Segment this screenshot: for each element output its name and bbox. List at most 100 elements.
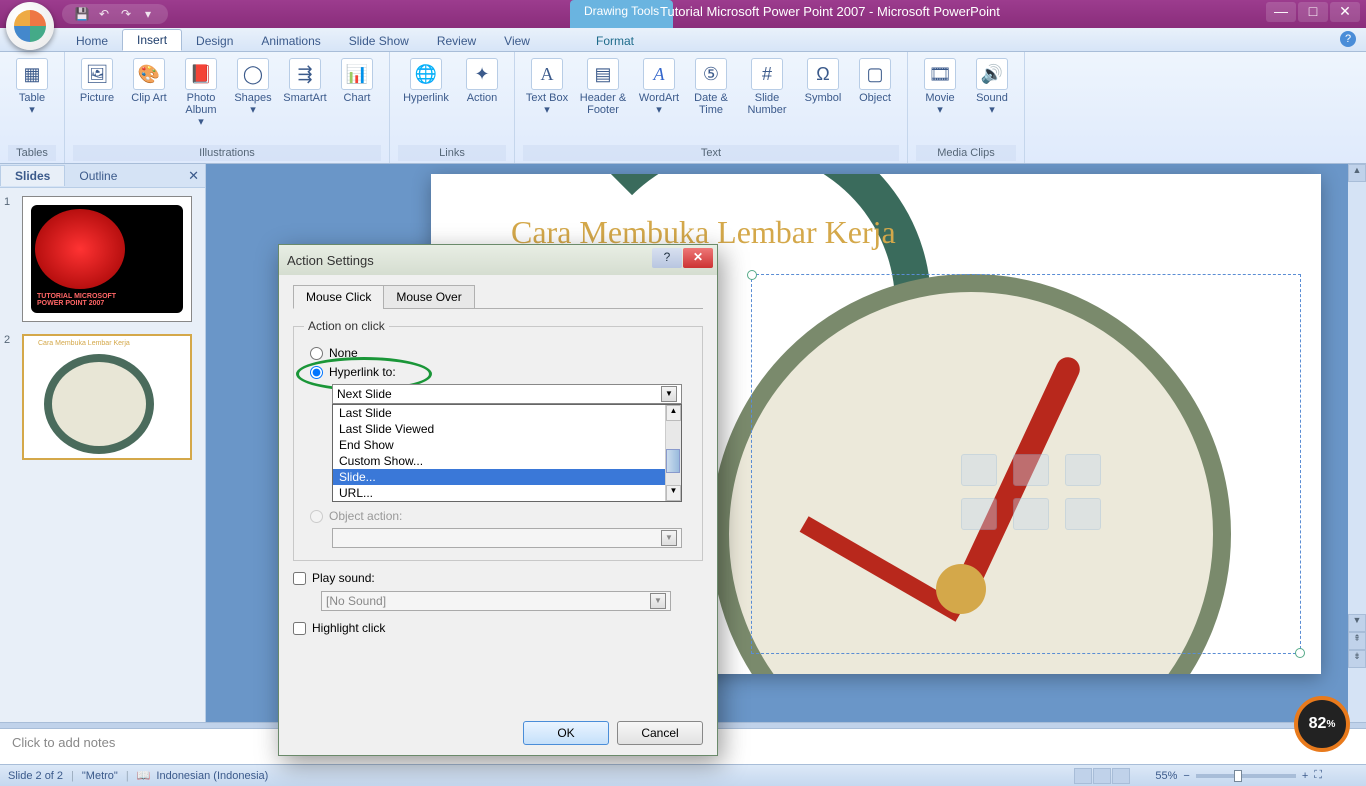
wordart-button[interactable]: AWordArt▾	[635, 56, 683, 118]
normal-view-icon[interactable]	[1074, 768, 1092, 784]
picture-button[interactable]: 🖼Picture	[73, 56, 121, 106]
ribbon: ▦Table▾ Tables 🖼Picture 🎨Clip Art 📕Photo…	[0, 52, 1366, 164]
dialog-close-icon[interactable]: ✕	[683, 248, 713, 268]
dd-scroll-down-icon[interactable]: ▼	[666, 485, 681, 501]
spellcheck-icon[interactable]: 📖	[137, 769, 151, 782]
fit-window-icon[interactable]: ⛶	[1314, 769, 1322, 782]
network-badge[interactable]: 82% ↑ 0 B ↓ 0 B	[1294, 696, 1350, 752]
clipart-button[interactable]: 🎨Clip Art	[125, 56, 173, 106]
sorter-view-icon[interactable]	[1093, 768, 1111, 784]
insert-picture-icon[interactable]	[961, 498, 997, 530]
dd-custom-show[interactable]: Custom Show...	[333, 453, 681, 469]
dd-end-show[interactable]: End Show	[333, 437, 681, 453]
minimize-button[interactable]: —	[1266, 2, 1296, 22]
vertical-scrollbar[interactable]: ▲ ▼ ⇞ ⇟	[1348, 164, 1366, 722]
textbox-button[interactable]: AText Box▾	[523, 56, 571, 118]
cancel-button[interactable]: Cancel	[617, 721, 703, 745]
tab-insert[interactable]: Insert	[122, 29, 182, 51]
smartart-button[interactable]: ⇶SmartArt	[281, 56, 329, 106]
dialog-title-text: Action Settings	[287, 253, 374, 268]
group-illustrations-label: Illustrations	[73, 145, 381, 161]
dd-last-viewed[interactable]: Last Slide Viewed	[333, 421, 681, 437]
office-button[interactable]	[6, 2, 54, 50]
dd-scroll-up-icon[interactable]: ▲	[666, 405, 681, 421]
movie-button[interactable]: 🎞Movie▾	[916, 56, 964, 118]
insert-chart-icon[interactable]	[1013, 454, 1049, 486]
status-language[interactable]: Indonesian (Indonesia)	[156, 770, 268, 782]
shapes-button[interactable]: ◯Shapes▾	[229, 56, 277, 118]
dropdown-scrollbar[interactable]: ▲ ▼	[665, 405, 681, 501]
dd-last-slide[interactable]: Last Slide	[333, 405, 681, 421]
dialog-help-icon[interactable]: ?	[652, 248, 682, 268]
insert-media-icon[interactable]	[1065, 498, 1101, 530]
tab-review[interactable]: Review	[423, 31, 490, 51]
picture-icon: 🖼	[81, 58, 113, 90]
slide-thumb-2[interactable]: 2 Cara Membuka Lembar Kerja	[8, 334, 197, 460]
zoom-value[interactable]: 55%	[1155, 770, 1177, 782]
insert-smartart-icon[interactable]	[1065, 454, 1101, 486]
chk-highlight[interactable]	[293, 622, 306, 635]
close-button[interactable]: ✕	[1330, 2, 1360, 22]
qat-customize-icon[interactable]: ▾	[140, 6, 156, 22]
scroll-up-icon[interactable]: ▲	[1348, 164, 1366, 182]
tab-mouse-click[interactable]: Mouse Click	[293, 285, 384, 309]
insert-clipart-icon[interactable]	[1013, 498, 1049, 530]
chk-play-sound[interactable]	[293, 572, 306, 585]
next-slide-icon[interactable]: ⇟	[1348, 650, 1366, 668]
maximize-button[interactable]: □	[1298, 2, 1328, 22]
chart-button[interactable]: 📊Chart	[333, 56, 381, 106]
dd-slide[interactable]: Slide...	[333, 469, 681, 485]
content-placeholder[interactable]	[961, 454, 1105, 530]
contextual-tab-drawing: Drawing Tools	[570, 0, 673, 28]
datetime-button[interactable]: ⑤Date & Time	[687, 56, 735, 118]
undo-icon[interactable]: ↶	[96, 6, 112, 22]
ribbon-tabs: Home Insert Design Animations Slide Show…	[0, 28, 1366, 52]
tab-mouse-over[interactable]: Mouse Over	[383, 285, 474, 309]
ok-button[interactable]: OK	[523, 721, 609, 745]
help-icon[interactable]: ?	[1340, 31, 1356, 47]
scroll-down-icon[interactable]: ▼	[1348, 614, 1366, 632]
hyperlink-button[interactable]: 🌐Hyperlink	[398, 56, 454, 106]
table-button[interactable]: ▦Table▾	[8, 56, 56, 118]
symbol-button[interactable]: ΩSymbol	[799, 56, 847, 106]
album-icon: 📕	[185, 58, 217, 90]
hyperlink-combo[interactable]: Next Slide ▼	[332, 384, 682, 404]
tab-format[interactable]: Format	[582, 31, 648, 51]
sound-combo: [No Sound]▼	[321, 591, 671, 611]
radio-none[interactable]	[310, 347, 323, 360]
datetime-icon: ⑤	[695, 58, 727, 90]
header-footer-button[interactable]: ▤Header & Footer	[575, 56, 631, 118]
sound-button[interactable]: 🔊Sound▾	[968, 56, 1016, 118]
slide-thumb-1[interactable]: 1 TUTORIAL MICROSOFTPOWER POINT 2007	[8, 196, 197, 322]
prev-slide-icon[interactable]: ⇞	[1348, 632, 1366, 650]
hyperlink-icon: 🌐	[410, 58, 442, 90]
save-icon[interactable]: 💾	[74, 6, 90, 22]
slides-tab[interactable]: Slides	[0, 165, 65, 186]
panel-close-icon[interactable]: ✕	[188, 168, 199, 184]
photo-album-button[interactable]: 📕Photo Album▾	[177, 56, 225, 130]
tab-home[interactable]: Home	[62, 31, 122, 51]
slideshow-view-icon[interactable]	[1112, 768, 1130, 784]
tab-design[interactable]: Design	[182, 31, 247, 51]
zoom-slider[interactable]	[1196, 774, 1296, 778]
tab-slideshow[interactable]: Slide Show	[335, 31, 423, 51]
insert-table-icon[interactable]	[961, 454, 997, 486]
table-icon: ▦	[16, 58, 48, 90]
object-button[interactable]: ▢Object	[851, 56, 899, 106]
group-text-label: Text	[523, 145, 899, 161]
tab-animations[interactable]: Animations	[247, 31, 334, 51]
slidenum-button[interactable]: #Slide Number	[739, 56, 795, 118]
tab-view[interactable]: View	[490, 31, 544, 51]
redo-icon[interactable]: ↷	[118, 6, 134, 22]
sound-icon: 🔊	[976, 58, 1008, 90]
dialog-titlebar[interactable]: Action Settings ? ✕	[279, 245, 717, 275]
combo-dropdown-icon[interactable]: ▼	[661, 386, 677, 402]
outline-tab[interactable]: Outline	[65, 166, 131, 186]
radio-hyperlink[interactable]	[310, 366, 323, 379]
dd-url[interactable]: URL...	[333, 485, 681, 501]
zoom-in-icon[interactable]: +	[1302, 770, 1308, 782]
action-button[interactable]: ✦Action	[458, 56, 506, 106]
zoom-out-icon[interactable]: −	[1183, 770, 1189, 782]
status-slide: Slide 2 of 2	[8, 770, 63, 782]
textbox-icon: A	[531, 58, 563, 90]
